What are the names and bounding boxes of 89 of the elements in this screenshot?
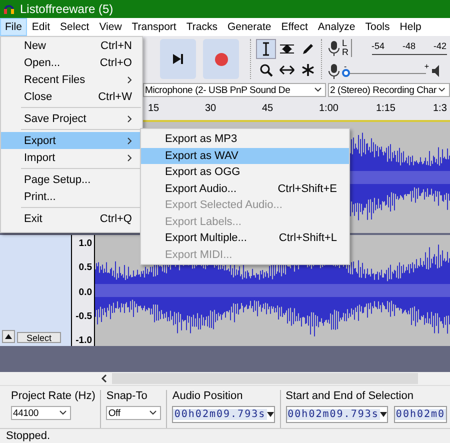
scroll-left-icon[interactable]: [101, 374, 108, 383]
asterisk-icon: [301, 62, 315, 76]
channel-label: R: [342, 48, 348, 57]
time-field[interactable]: 00h02m0: [394, 406, 448, 423]
caret-icon: [380, 412, 387, 417]
menu-item[interactable]: File: [0, 18, 27, 36]
timeline-tick-label: 30: [205, 103, 216, 116]
triangle-up-icon: [5, 334, 12, 339]
channel-label: L: [342, 39, 348, 48]
selection-tool[interactable]: [257, 40, 275, 58]
chevron-right-icon: [127, 76, 132, 84]
project-rate-label: Project Rate (Hz): [11, 390, 96, 402]
chevron-right-icon: [127, 114, 132, 122]
zoom-icon: [259, 62, 273, 76]
menu-item[interactable]: View: [94, 18, 127, 36]
ruler-label: -0.5: [76, 310, 92, 322]
window-title: Listoffreeware (5): [20, 2, 114, 16]
scrollbar-thumb[interactable]: [112, 373, 418, 384]
ruler-label: -1.0: [76, 335, 92, 346]
menu-item[interactable]: Generate: [222, 18, 276, 36]
speaker-icon: [432, 65, 440, 77]
menu-item[interactable]: Analyze: [312, 18, 360, 36]
ruler-label: 1.0: [78, 238, 92, 249]
ruler-label: 0.5: [78, 262, 92, 274]
input-device-dropdown[interactable]: Microphone (2- USB PnP Sound De: [143, 83, 326, 97]
menu-item[interactable]: Page Setup...: [1, 171, 142, 188]
microphone-icon: [328, 40, 340, 56]
chevron-right-icon: [127, 154, 132, 162]
chevron-right-icon: [127, 136, 132, 144]
ruler-label: 0.0: [78, 286, 92, 298]
microphone-icon: [328, 63, 340, 79]
meter-scale-label: -54: [372, 41, 385, 51]
skip-end-icon: [172, 53, 184, 65]
select-button[interactable]: Select: [17, 332, 61, 343]
timeline-tick-label: 1:15: [376, 103, 396, 116]
menu-item[interactable]: Exit Ctrl+Q: [1, 210, 142, 227]
i-beam-icon: [261, 42, 271, 56]
menu-item[interactable]: Close Ctrl+W: [1, 88, 142, 105]
status-text: Stopped.: [6, 430, 50, 442]
app-icon: [3, 3, 15, 15]
slider-min-label: -: [344, 63, 347, 71]
caret-icon: [266, 412, 274, 417]
selection-label: Start and End of Selection: [286, 390, 414, 402]
snap-to-dropdown[interactable]: Off: [106, 406, 162, 420]
menu-item[interactable]: Export as WAV: [141, 148, 349, 164]
timeline-tick-label: 1:3: [433, 103, 447, 116]
menu-item[interactable]: Transport: [126, 18, 182, 36]
menu-item[interactable]: New Ctrl+N: [1, 37, 142, 54]
menu-item[interactable]: Open... Ctrl+O: [1, 54, 142, 71]
chevron-icon: [314, 87, 322, 93]
collapse-button[interactable]: [2, 330, 15, 343]
menu-item[interactable]: Export as MP3: [141, 131, 349, 148]
snap-to-label: Snap-To: [106, 390, 148, 402]
envelope-icon: [279, 42, 295, 56]
menu-item[interactable]: Save Project: [1, 110, 142, 127]
menu-item[interactable]: Select: [55, 18, 94, 36]
meter-scale-label: -48: [402, 41, 416, 51]
audio-position-label: Audio Position: [172, 390, 244, 402]
timeline-tick-label: 45: [262, 103, 274, 116]
time-field[interactable]: 00h02m09.793s: [172, 406, 275, 423]
menu-item[interactable]: Import: [1, 149, 142, 166]
menu-item[interactable]: Help: [394, 18, 426, 36]
record-icon: [214, 52, 228, 66]
record-button[interactable]: [203, 39, 239, 79]
slider-max-label: +: [424, 63, 429, 71]
chevron-icon: [149, 410, 158, 416]
skip-end-button[interactable]: [160, 39, 196, 79]
time-field[interactable]: 00h02m09.793s: [286, 406, 388, 423]
double-arrow-icon: [279, 64, 295, 74]
menu-item[interactable]: Recent Files: [1, 71, 142, 88]
meter-scale-label: -42: [434, 41, 447, 51]
menu-item[interactable]: Effect: [276, 18, 313, 36]
menu-item[interactable]: Tracks: [181, 18, 222, 36]
chevron-icon: [59, 410, 67, 416]
menu-item[interactable]: Print...: [1, 188, 142, 205]
menu-item[interactable]: Export as OGG: [141, 164, 349, 180]
chevron-icon: [438, 87, 446, 93]
volume-slider[interactable]: - +: [342, 65, 430, 77]
timeline-tick-label: 15: [148, 103, 160, 116]
pencil-icon: [301, 42, 315, 56]
menu-item[interactable]: Export: [1, 132, 142, 149]
channels-dropdown[interactable]: 2 (Stereo) Recording Char: [328, 83, 450, 97]
project-rate-dropdown[interactable]: 44100: [11, 406, 71, 420]
menu-item[interactable]: Export Audio... Ctrl+Shift+E: [141, 180, 349, 197]
menu-item[interactable]: Tools: [360, 18, 395, 36]
slider-thumb[interactable]: [342, 69, 350, 77]
timeline-tick-label: 1:00: [319, 103, 338, 116]
menu-item[interactable]: Edit: [26, 18, 56, 36]
menu-item[interactable]: Export Multiple... Ctrl+Shift+L: [141, 230, 349, 246]
